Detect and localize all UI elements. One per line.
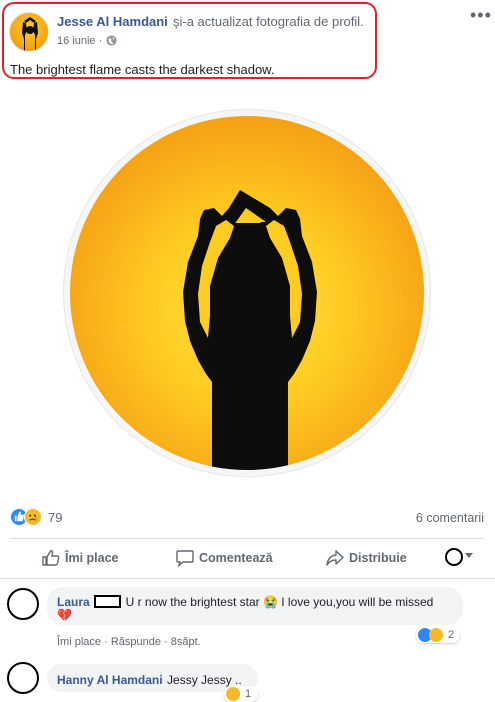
- reaction-count: 79: [48, 510, 63, 525]
- comment-like-link[interactable]: Îmi place: [57, 636, 101, 648]
- comment-button-label: Comentează: [199, 551, 273, 565]
- comment-time[interactable]: 8săpt.: [171, 636, 201, 648]
- globe-icon: [106, 35, 117, 46]
- share-arrow-icon: [326, 550, 344, 566]
- share-button-label: Distribuie: [349, 551, 407, 565]
- comment-reply-link[interactable]: Răspunde: [111, 636, 161, 648]
- comment-author[interactable]: Laura: [57, 595, 90, 609]
- comment-reaction-count: 1: [245, 688, 252, 700]
- author-avatar[interactable]: [9, 12, 49, 52]
- divider: [0, 578, 495, 579]
- divider: [10, 538, 485, 539]
- commenter-avatar[interactable]: [7, 662, 39, 694]
- comment-bubble-icon: [176, 550, 194, 568]
- comment-author[interactable]: Hanny Al Hamdani: [57, 673, 163, 687]
- commenter-avatar[interactable]: [7, 588, 39, 620]
- post-action-text: şi-a actualizat fotografia de profil.: [173, 14, 364, 29]
- post-date-text[interactable]: 16 iunie: [57, 35, 96, 47]
- profile-photo-frame[interactable]: [64, 110, 430, 476]
- comment-line: Hanny Al Hamdani Jessy Jessy ..: [57, 671, 242, 689]
- comment-reactions[interactable]: 2: [416, 627, 460, 643]
- post-caption: The brightest flame casts the darkest sh…: [10, 62, 275, 77]
- comments-count-link[interactable]: 6 comentarii: [416, 511, 484, 525]
- sad-reaction-icon: [226, 687, 240, 701]
- comment-line: Laura U r now the brightest star 😭 I lov…: [57, 593, 433, 611]
- chevron-down-icon[interactable]: [465, 553, 473, 558]
- audience-selector-avatar[interactable]: [445, 548, 463, 566]
- post-date[interactable]: 16 iunie ·: [57, 35, 102, 47]
- thumbs-up-icon: [42, 549, 60, 566]
- comment-text-line2: 💔: [57, 608, 72, 622]
- like-button-label: Îmi place: [65, 551, 119, 565]
- comment-meta: Îmi place · Răspunde · 8săpt.: [57, 636, 201, 648]
- comment-reaction-count: 2: [448, 629, 455, 641]
- profile-photo[interactable]: [70, 116, 424, 470]
- silhouette-image: [183, 190, 317, 470]
- date-separator: ·: [98, 35, 103, 47]
- comment-bubble: Laura U r now the brightest star 😭 I lov…: [47, 587, 463, 625]
- author-name[interactable]: Jesse Al Hamdani: [57, 14, 168, 29]
- comment-text: Jessy Jessy ..: [167, 673, 242, 687]
- sad-reaction-icon: [429, 628, 443, 642]
- more-options-icon[interactable]: •••: [470, 6, 492, 24]
- comment-text: U r now the brightest star 😭 I love you,…: [125, 595, 434, 609]
- sad-reaction-icon: [24, 508, 42, 526]
- redacted-name-box: [94, 595, 122, 609]
